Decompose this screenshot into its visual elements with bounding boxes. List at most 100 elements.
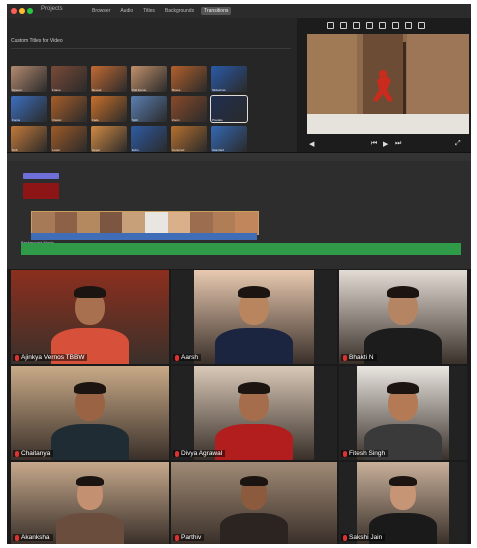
transition-thumbnail[interactable]: Fade [91, 96, 127, 122]
participant-name: Parthiv [181, 534, 202, 541]
participant-tile[interactable]: Akanksha [11, 462, 169, 544]
tab-backgrounds[interactable]: Backgrounds [162, 7, 197, 15]
muted-mic-icon [343, 450, 347, 457]
thumbnail-label: Focus [12, 118, 21, 122]
speaker-icon[interactable]: ◀ [309, 140, 314, 148]
viewer-toolbar [327, 22, 425, 29]
participant-body [50, 424, 130, 460]
transition-thumbnail[interactable]: Lower [51, 126, 87, 152]
transition-thumbnail[interactable]: Frame [51, 66, 87, 92]
participant-hair [386, 285, 420, 298]
background-clip[interactable] [23, 183, 59, 199]
play-icon[interactable]: ▶ [383, 140, 388, 148]
participant-hair [388, 475, 418, 487]
video-viewer: ◀ ⏮ ▶ ⏭ ⤢ [297, 18, 471, 152]
participant-body [214, 424, 294, 460]
info-icon[interactable] [418, 22, 425, 29]
thumbnail-label: Zoom [172, 118, 180, 122]
transition-thumbnail[interactable]: Standard [211, 126, 247, 152]
participant-name: Fitesh Singh [349, 450, 386, 457]
close-window-icon[interactable] [11, 8, 17, 14]
participant-name: Divya Agrawal [181, 450, 223, 457]
zoom-window-icon[interactable] [27, 8, 33, 14]
transition-thumbnail[interactable]: Drift [11, 126, 47, 152]
muted-mic-icon [15, 534, 19, 541]
participant-name: Bhakti N [349, 354, 374, 361]
tab-audio[interactable]: Audio [117, 7, 136, 15]
projects-button[interactable]: Projects [41, 6, 63, 12]
title-clip[interactable] [23, 173, 59, 179]
volume-icon[interactable] [379, 22, 386, 29]
participant-name-label: Parthiv [173, 534, 205, 541]
timeline[interactable]: Background Music [7, 152, 471, 269]
participant-tile[interactable]: Aarsh [171, 270, 337, 364]
transition-thumbnail[interactable]: Centered [171, 126, 207, 152]
participant-tile[interactable]: Chaitanya [11, 366, 169, 460]
divider [11, 48, 291, 49]
muted-mic-icon [175, 450, 179, 457]
transition-thumbnail[interactable]: Pixelate [210, 95, 248, 123]
participant-name: Chaitanya [21, 450, 51, 457]
muted-mic-icon [175, 534, 179, 541]
tab-titles[interactable]: Titles [140, 7, 158, 15]
thumbnail-label: Frame [52, 88, 61, 92]
participant-name-label: Sakshi Jain [341, 534, 386, 541]
participant-name: Sakshi Jain [349, 534, 383, 541]
participant-tile[interactable]: Parthiv [171, 462, 337, 544]
transition-thumbnail[interactable]: Opener [11, 66, 47, 92]
participant-hair [237, 381, 271, 394]
thumbnail-label: Classic [52, 118, 62, 122]
thumbnail-label: Split [132, 118, 138, 122]
color-balance-icon[interactable] [327, 22, 334, 29]
thumbnail-label: Fade [92, 118, 99, 122]
participant-body [219, 512, 289, 544]
crop-icon[interactable] [353, 22, 360, 29]
participant-tile[interactable]: Ajinkya Vernos TBBW [11, 270, 169, 364]
stabilization-icon[interactable] [366, 22, 373, 29]
participant-name-label: Aarsh [173, 354, 201, 361]
participant-hair [75, 475, 105, 487]
minimize-window-icon[interactable] [19, 8, 25, 14]
muted-mic-icon [343, 354, 347, 361]
transition-thumbnail[interactable]: Reveal [91, 66, 127, 92]
participant-tile[interactable]: Divya Agrawal [171, 366, 337, 460]
participant-name: Ajinkya Vernos TBBW [21, 354, 85, 361]
participant-name-label: Chaitanya [13, 450, 54, 457]
screen: Projects Browser Audio Titles Background… [7, 4, 471, 544]
fullscreen-icon[interactable]: ⤢ [455, 140, 461, 148]
participant-hair [239, 475, 269, 487]
transition-thumbnail[interactable]: Slideshow [211, 66, 247, 92]
participant-tile[interactable]: Sakshi Jain [339, 462, 467, 544]
speed-icon[interactable] [392, 22, 399, 29]
transition-thumbnail[interactable]: Focus [11, 96, 47, 122]
participant-hair [237, 285, 271, 298]
participant-tile[interactable]: Bhakti N [339, 270, 467, 364]
skip-forward-icon[interactable]: ⏭ [395, 140, 401, 148]
muted-mic-icon [343, 534, 347, 541]
transition-thumbnail[interactable]: Zoom [171, 96, 207, 122]
participant-name-label: Fitesh Singh [341, 450, 389, 457]
participant-hair [73, 381, 107, 394]
transition-thumbnail[interactable]: Echo [131, 126, 167, 152]
transition-thumbnail[interactable]: Classic [51, 96, 87, 122]
browser-tabs: Browser Audio Titles Backgrounds Transit… [89, 7, 232, 15]
muted-mic-icon [15, 354, 19, 361]
transition-thumbnail[interactable]: Split [131, 96, 167, 122]
participant-hair [73, 285, 107, 298]
background-music-track[interactable] [21, 243, 461, 255]
clip-audio-track[interactable] [31, 233, 257, 240]
participant-hair [386, 381, 420, 394]
transition-thumbnail[interactable]: Upper [91, 126, 127, 152]
tab-transitions[interactable]: Transitions [201, 7, 232, 15]
thumbnail-label: Pull Focus [132, 88, 147, 92]
preview-frame [307, 34, 469, 134]
thumbnail-label: Opener [12, 88, 23, 92]
color-correction-icon[interactable] [340, 22, 347, 29]
participant-tile[interactable]: Fitesh Singh [339, 366, 467, 460]
skip-back-icon[interactable]: ⏮ [371, 140, 377, 148]
tab-browser[interactable]: Browser [89, 7, 113, 15]
noise-reduction-icon[interactable] [405, 22, 412, 29]
transition-thumbnail[interactable]: Boxes [171, 66, 207, 92]
transition-thumbnail[interactable]: Pull Focus [131, 66, 167, 92]
video-clip-strip[interactable] [31, 211, 259, 235]
